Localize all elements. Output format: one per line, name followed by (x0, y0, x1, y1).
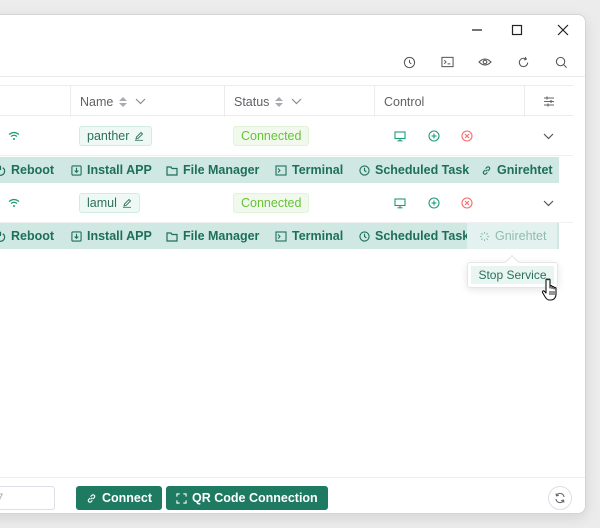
edit-icon[interactable] (134, 131, 144, 141)
terminal-icon (275, 164, 287, 176)
file-manager-button[interactable]: File Manager (166, 223, 259, 249)
toolbar (0, 45, 585, 77)
folder-icon (166, 165, 178, 176)
sort-icon[interactable] (119, 96, 128, 107)
expand-chevron-icon[interactable] (543, 183, 554, 223)
refresh-icon[interactable] (514, 53, 532, 71)
qr-code-connection-button[interactable]: QR Code Connection (166, 486, 328, 510)
close-button[interactable] (543, 15, 583, 45)
chevron-down-icon[interactable] (291, 98, 302, 105)
address-input[interactable]: 17 (0, 486, 55, 510)
header-control-label: Control (384, 94, 425, 109)
row-action-bar: Reboot Install APP File Manager Terminal… (0, 157, 559, 183)
device-name: panther (87, 129, 130, 143)
folder-icon (166, 231, 178, 242)
scan-icon (176, 492, 187, 504)
column-settings[interactable] (524, 86, 573, 117)
maximize-button[interactable] (497, 15, 537, 45)
table-header: Name Status Control (0, 85, 573, 117)
clock-icon (359, 230, 370, 242)
history-icon[interactable] (400, 53, 418, 71)
scheduled-task-button[interactable]: Scheduled Task (359, 157, 469, 183)
link-icon (87, 493, 96, 503)
wifi-icon (8, 116, 20, 156)
bottom-bar: 17 Connect QR Code Connection (0, 477, 585, 513)
chevron-down-icon[interactable] (135, 98, 146, 105)
gnirehtet-button[interactable]: Gnirehtet (481, 157, 553, 183)
add-circle-icon[interactable] (427, 196, 441, 210)
sort-icon[interactable] (275, 96, 284, 107)
install-app-button[interactable]: Install APP (71, 157, 152, 183)
device-name: lamul (87, 196, 117, 210)
file-manager-button[interactable]: File Manager (166, 157, 259, 183)
header-name[interactable]: Name (70, 86, 224, 117)
header-control: Control (374, 86, 524, 117)
download-icon (71, 164, 82, 176)
status-badge: Connected (233, 193, 310, 213)
clock-icon (359, 164, 370, 176)
status-badge: Connected (233, 126, 310, 146)
wifi-icon (8, 183, 20, 223)
device-name-tag[interactable]: lamul (79, 193, 140, 213)
device-name-tag[interactable]: panther (79, 126, 153, 146)
sliders-icon (544, 96, 554, 107)
hand-pointer-cursor-icon (541, 278, 557, 301)
header-name-label: Name (80, 94, 114, 109)
monitor-icon[interactable] (393, 129, 407, 143)
minimize-button[interactable] (457, 15, 497, 45)
title-bar (0, 15, 585, 45)
reboot-button[interactable]: Reboot (0, 157, 54, 183)
minimize-icon (472, 29, 482, 31)
terminal-icon[interactable] (438, 53, 456, 71)
add-circle-icon[interactable] (427, 129, 441, 143)
edit-icon[interactable] (122, 198, 132, 208)
power-icon (0, 165, 6, 176)
gnirehtet-button-loading[interactable]: Gnirehtet (467, 223, 557, 249)
refresh-button[interactable] (548, 486, 572, 510)
install-app-button[interactable]: Install APP (71, 223, 152, 249)
power-icon (0, 231, 6, 242)
row-action-bar: Reboot Install APP File Manager Terminal… (0, 223, 559, 249)
header-status-label: Status (234, 94, 270, 109)
search-icon[interactable] (552, 53, 570, 71)
close-icon (557, 24, 569, 36)
loading-spinner-icon (479, 231, 490, 241)
refresh-icon (555, 492, 565, 504)
link-icon (482, 165, 491, 175)
download-icon (71, 230, 82, 242)
connect-button[interactable]: Connect (76, 486, 162, 510)
scheduled-task-button[interactable]: Scheduled Task (359, 223, 469, 249)
table-row[interactable]: lamul Connected (0, 183, 573, 223)
disconnect-icon[interactable] (460, 129, 474, 143)
terminal-icon (275, 230, 287, 242)
table-row[interactable]: panther Connected (0, 116, 573, 156)
eye-icon[interactable] (476, 53, 494, 71)
disconnect-icon[interactable] (460, 196, 474, 210)
monitor-icon[interactable] (393, 196, 407, 210)
terminal-button[interactable]: Terminal (275, 223, 343, 249)
terminal-button[interactable]: Terminal (275, 157, 343, 183)
reboot-button[interactable]: Reboot (0, 223, 54, 249)
maximize-icon (511, 24, 523, 36)
header-status[interactable]: Status (224, 86, 374, 117)
expand-chevron-icon[interactable] (543, 116, 554, 156)
